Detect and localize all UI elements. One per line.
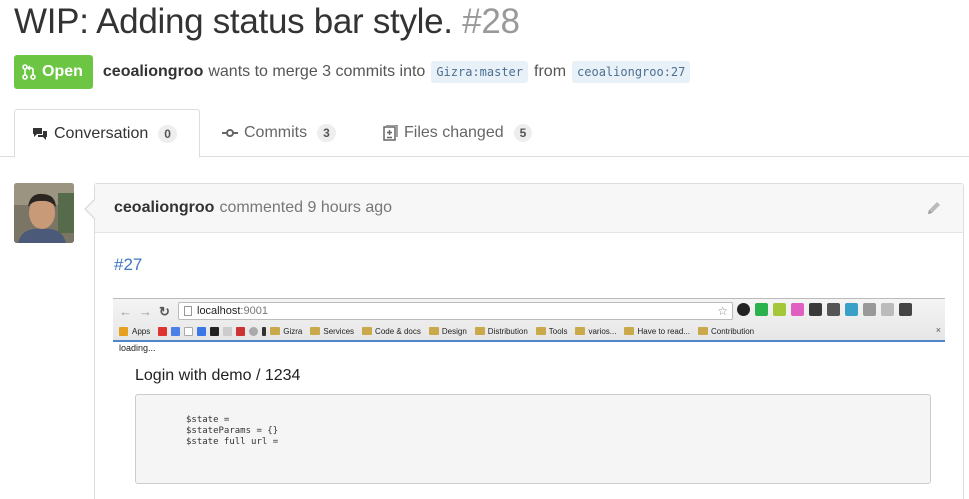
state-badge: Open (14, 55, 93, 89)
bookmark-icon-angular (158, 326, 168, 336)
bookmark-icon-translate (171, 326, 181, 336)
forward-icon: → (139, 304, 152, 319)
pull-request-icon (22, 64, 36, 80)
folder-icon (575, 327, 586, 335)
github-extension-icon (737, 303, 750, 316)
tab-conversation[interactable]: Conversation 0 (14, 109, 200, 158)
bookmark-code-docs: Code & docs (362, 327, 421, 336)
bookmark-varios: varios... (575, 327, 616, 336)
merge-text: wants to merge 3 commits into (208, 63, 426, 80)
extension-icons (737, 303, 912, 316)
loading-text: loading... (119, 343, 156, 353)
reload-icon: ↻ (159, 304, 170, 319)
close-icon: × (935, 325, 941, 335)
code-line: $state = (186, 415, 230, 425)
folder-icon (474, 327, 485, 335)
eyedropper-extension-icon (809, 303, 822, 316)
bookmark-design: Design (428, 327, 467, 336)
browser-toolbar: ← → ↻ localhost:9001 ☆ Apps Gizra Servic… (113, 298, 945, 342)
page-icon (184, 306, 192, 316)
code-line: $stateParams = {} (186, 426, 279, 436)
bookmark-icon-pr (223, 326, 233, 336)
bookmark-distribution: Distribution (474, 327, 528, 336)
bookmark-contribution: Contribution (697, 327, 754, 336)
conversation-icon (33, 127, 47, 140)
feedly-extension-icon (755, 303, 768, 316)
code-block: $state = $stateParams = {} $state full u… (135, 394, 931, 484)
tab-files-count: 5 (513, 124, 533, 142)
tab-commits-count: 3 (317, 124, 336, 142)
issue-reference-link[interactable]: #27 (114, 255, 142, 275)
comment-header: ceoaliongroo commented 9 hours ago (95, 184, 963, 233)
bookmark-icon-star (210, 326, 220, 336)
bookmark-services: Services (310, 327, 354, 336)
http-extension-icon (881, 303, 894, 316)
login-heading: Login with demo / 1234 (135, 367, 301, 384)
menu-icon (899, 303, 912, 316)
tab-files-changed[interactable]: Files changed 5 (382, 109, 533, 157)
folder-icon (310, 327, 321, 335)
star-icon: ☆ (717, 304, 728, 318)
comment-timestamp[interactable]: 9 hours ago (308, 199, 393, 217)
comment-arrow-inner (86, 200, 95, 218)
pr-title-text: WIP: Adding status bar style. (14, 2, 453, 41)
crosshair-extension-icon (863, 303, 876, 316)
url-port: :9001 (240, 305, 268, 317)
url-host: localhost (197, 305, 241, 317)
head-branch: ceoaliongroo:27 (572, 61, 691, 83)
wave-extension-icon (845, 303, 858, 316)
folder-icon (697, 327, 708, 335)
tab-files-label: Files changed (404, 124, 504, 141)
state-label: Open (42, 63, 83, 80)
avatar[interactable] (14, 183, 74, 243)
bookmark-tools: Tools (535, 327, 567, 336)
tab-commits-label: Commits (244, 124, 308, 141)
bookmark-icon-chat (197, 326, 207, 336)
comment-box: ceoaliongroo commented 9 hours ago #27 ←… (94, 183, 964, 499)
folder-icon (362, 327, 373, 335)
pr-author-link[interactable]: ceoaliongroo (103, 63, 203, 81)
bookmark-icon-spy (236, 326, 246, 336)
bookmark-apps: Apps (119, 326, 150, 336)
comment-action: commented (219, 199, 304, 216)
address-bar: localhost:9001 ☆ (178, 302, 733, 320)
bookmark-icon-globe (249, 326, 259, 336)
base-branch: Gizra:master (431, 61, 529, 83)
apps-grid-icon (119, 326, 128, 336)
pr-meta: Open ceoaliongroo wants to merge 3 commi… (14, 55, 696, 89)
folder-icon (624, 327, 635, 335)
bookmark-gizra: Gizra (270, 327, 302, 336)
folder-icon (270, 327, 281, 335)
pr-number: #28 (462, 2, 520, 41)
pause-extension-icon (827, 303, 840, 316)
avatar-image (14, 183, 74, 243)
tab-conversation-count: 0 (158, 124, 177, 143)
code-line: $state full url = (186, 437, 279, 447)
android-extension-icon (773, 303, 786, 316)
diff-icon (383, 125, 398, 141)
bookmark-have-to-read: Have to read... (624, 327, 690, 336)
pr-tabs: Conversation 0 Commits 3 Files changed 5 (0, 109, 969, 158)
pink-extension-icon (791, 303, 804, 316)
commit-icon (222, 129, 238, 137)
back-icon: ← (119, 304, 132, 319)
folder-icon (535, 327, 546, 335)
folder-icon (428, 327, 439, 335)
tab-commits[interactable]: Commits 3 (222, 109, 336, 157)
bookmark-icon-dot (262, 326, 267, 336)
comment-author-link[interactable]: ceoaliongroo (114, 199, 214, 217)
bookmark-icon-google (184, 326, 194, 336)
embedded-screenshot: ← → ↻ localhost:9001 ☆ Apps Gizra Servic… (113, 298, 945, 498)
merge-from-text: from (534, 63, 567, 80)
pencil-icon[interactable] (925, 199, 943, 217)
tab-conversation-label: Conversation (54, 124, 149, 142)
pr-title: WIP: Adding status bar style. #28 (14, 2, 520, 42)
bookmarks-bar: Apps Gizra Services Code & docs Design D… (119, 324, 762, 338)
